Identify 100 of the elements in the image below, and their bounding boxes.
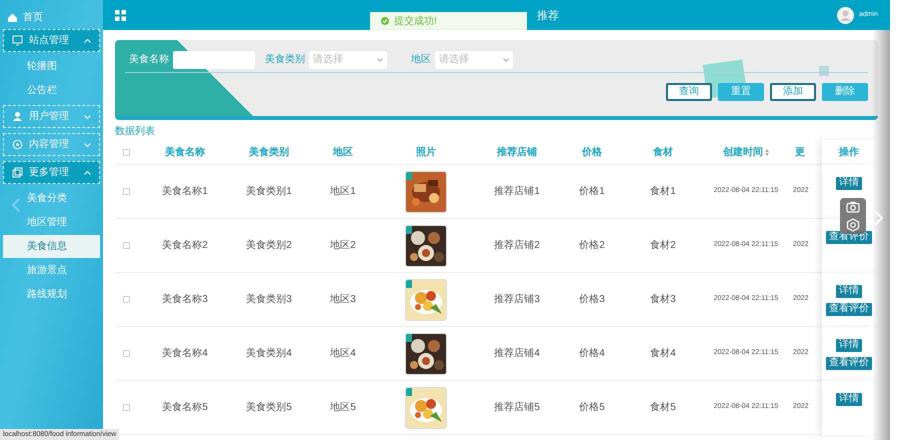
table-cell-text: 美食类别5 <box>246 400 292 415</box>
row-action-button[interactable]: 详情 <box>836 392 862 406</box>
field-label: 美食类别 <box>265 52 305 67</box>
menu-group[interactable]: 更多管理 <box>3 161 100 184</box>
column-header[interactable]: 更 <box>795 144 805 160</box>
corner-ribbon <box>406 334 412 342</box>
checkbox[interactable] <box>122 404 130 411</box>
action-button[interactable]: 添加 <box>770 83 816 101</box>
table-cell-text: 食材5 <box>650 400 676 415</box>
action-button[interactable]: 重置 <box>718 83 764 101</box>
menu-item[interactable]: 轮播图 <box>3 55 100 78</box>
column-header[interactable]: 食材 <box>653 144 673 160</box>
field-label: 美食名称 <box>129 52 169 67</box>
table-cell-text: 推荐店铺1 <box>494 184 540 199</box>
checkbox[interactable] <box>122 242 130 249</box>
row-action-button[interactable]: 详情 <box>836 176 862 190</box>
row-action-button[interactable]: 详情 <box>836 284 862 298</box>
column-header[interactable]: 创建时间 <box>723 144 769 160</box>
table-cell-text: 食材2 <box>650 238 676 253</box>
column-header[interactable]: 美食类别 <box>249 144 289 160</box>
chat-icon <box>12 139 23 150</box>
table-cell-text: 价格4 <box>579 346 605 361</box>
table-cell-text: 食材4 <box>650 346 676 361</box>
corner-ribbon <box>406 226 412 234</box>
caret-down-icon <box>84 114 91 118</box>
home-icon <box>7 12 18 22</box>
table-cell-text: 地区1 <box>330 184 356 199</box>
page-title: 推荐 <box>537 8 559 24</box>
table-cell-text: 价格5 <box>579 400 605 415</box>
row-action-button[interactable]: 详情 <box>836 338 862 352</box>
table-cell-text: 美食名称2 <box>162 238 208 253</box>
menu-group[interactable]: 站点管理 <box>3 29 100 52</box>
table-cell-text: 食材3 <box>650 292 676 307</box>
action-button[interactable]: 查询 <box>666 83 712 101</box>
field-label: 地区 <box>411 52 431 67</box>
checkbox[interactable] <box>122 350 130 357</box>
menu-item[interactable]: 旅游景点 <box>3 259 100 282</box>
monitor-icon <box>12 35 23 46</box>
table-cell-text: 价格2 <box>579 238 605 253</box>
section-title: 数据列表 <box>115 126 156 138</box>
menu-item[interactable]: 美食分类 <box>3 187 100 210</box>
table-cell-text: 推荐店铺5 <box>494 400 540 415</box>
table-cell-text: 地区4 <box>330 346 356 361</box>
caret-down-icon <box>377 58 383 62</box>
column-header[interactable]: 推荐店铺 <box>497 144 537 160</box>
camera-icon[interactable] <box>846 200 860 212</box>
menu-group[interactable]: 用户管理 <box>3 105 100 128</box>
table-cell-text: 美食类别3 <box>246 292 292 307</box>
column-header[interactable]: 操作 <box>839 144 859 160</box>
table-cell-text: 地区3 <box>330 292 356 307</box>
caret-down-icon <box>503 58 509 62</box>
row-action-button[interactable]: 查看评价 <box>826 302 872 316</box>
table-cell-text: 美食类别4 <box>246 346 292 361</box>
table-cell-text: 地区2 <box>330 238 356 253</box>
column-header[interactable]: 照片 <box>416 144 436 160</box>
table-cell-text: 地区5 <box>330 400 356 415</box>
caret-up-icon <box>84 170 91 174</box>
avatar-icon[interactable] <box>836 6 854 24</box>
table-cell-text: 美食名称1 <box>162 184 208 199</box>
action-button[interactable]: 删除 <box>822 83 868 101</box>
menu-group[interactable]: 内容管理 <box>3 133 100 156</box>
sort-icon[interactable] <box>765 148 769 156</box>
menu-item[interactable]: 路线规划 <box>3 283 100 306</box>
menu-item[interactable]: 首页 <box>3 8 100 26</box>
table-cell-text: 食材1 <box>650 184 676 199</box>
select-field[interactable]: 请选择 <box>309 50 387 68</box>
chevron-left-icon[interactable] <box>12 198 20 212</box>
select-field[interactable]: 请选择 <box>435 50 513 68</box>
menu-item[interactable]: 地区管理 <box>3 211 100 234</box>
table-cell-text: 美食名称4 <box>162 346 208 361</box>
menu-item[interactable]: 美食信息 <box>3 235 100 258</box>
check-icon <box>381 17 389 25</box>
table-cell-text: 价格1 <box>579 184 605 199</box>
table-cell-text: 价格3 <box>579 292 605 307</box>
chevron-right-icon[interactable] <box>874 210 883 226</box>
toast-message: 提交成功! <box>394 14 437 28</box>
table-cell-text: 推荐店铺4 <box>494 346 540 361</box>
checkbox[interactable] <box>122 148 130 156</box>
table-cell-text: 美食名称3 <box>162 292 208 307</box>
column-header[interactable]: 美食名称 <box>165 144 205 160</box>
checkbox[interactable] <box>122 296 130 303</box>
corner-ribbon <box>406 280 412 288</box>
menu-item[interactable]: 公告栏 <box>3 79 100 102</box>
text-input[interactable] <box>173 50 255 68</box>
grid-icon[interactable] <box>115 10 126 20</box>
corner-ribbon <box>406 172 412 180</box>
table-cell-text: 美食类别1 <box>246 184 292 199</box>
hexagon-icon[interactable] <box>846 218 860 232</box>
table-cell-text: 推荐店铺3 <box>494 292 540 307</box>
table-cell-text: 美食名称5 <box>162 400 208 415</box>
checkbox[interactable] <box>122 188 130 195</box>
table-cell-text: 推荐店铺2 <box>494 238 540 253</box>
caret-down-icon <box>84 142 91 146</box>
row-action-button[interactable]: 查看评价 <box>826 356 872 370</box>
copy-icon <box>12 167 23 178</box>
caret-up-icon <box>84 38 91 42</box>
table-cell-text: 美食类别2 <box>246 238 292 253</box>
column-header[interactable]: 地区 <box>333 144 353 160</box>
corner-ribbon <box>406 388 412 396</box>
column-header[interactable]: 价格 <box>582 144 602 160</box>
